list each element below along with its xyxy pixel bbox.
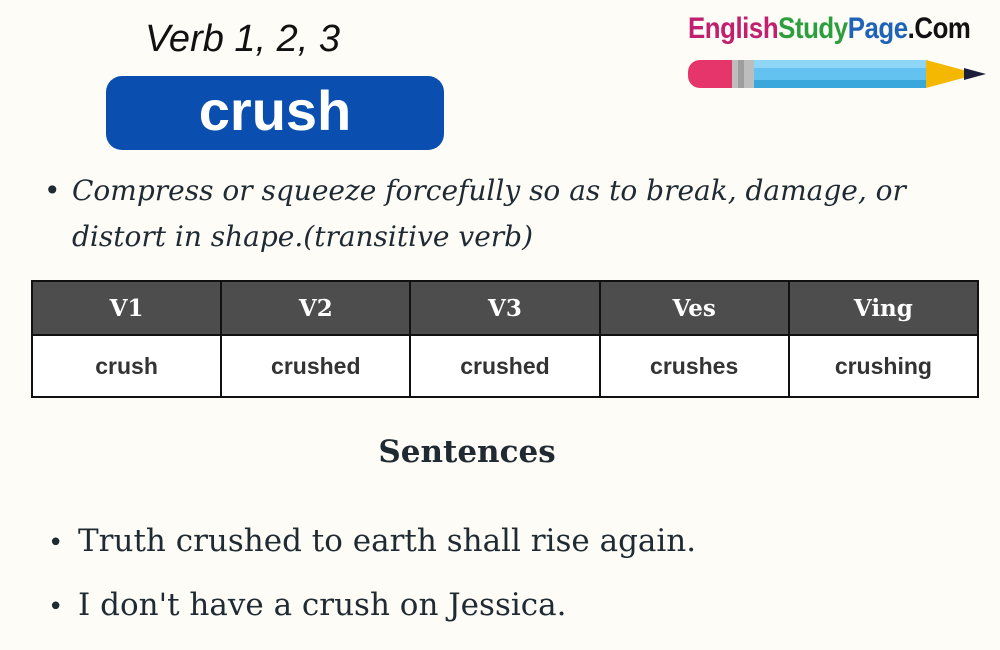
sentences-list: • Truth crushed to earth shall rise again… xyxy=(48,510,696,638)
cell-v1: crush xyxy=(30,334,223,398)
table-header-row: V1 V2 V3 Ves Ving xyxy=(30,280,980,336)
logo-text-study: Study xyxy=(778,12,848,45)
pencil-icon xyxy=(688,60,986,88)
verb-forms-title: Verb 1, 2, 3 xyxy=(145,18,341,60)
cell-v2: crushed xyxy=(220,334,412,398)
logo-text-page: Page xyxy=(847,12,908,45)
sentences-heading: Sentences xyxy=(378,434,556,470)
list-item: • I don't have a crush on Jessica. xyxy=(48,574,696,638)
logo-text: EnglishStudyPage.Com xyxy=(688,12,971,46)
sentence-text: Truth crushed to earth shall rise again. xyxy=(78,523,697,559)
bullet-icon: • xyxy=(48,528,64,558)
bullet-icon: • xyxy=(48,592,64,622)
header-ves: Ves xyxy=(598,280,790,336)
table-row: crush crushed crushed crushes crushing xyxy=(30,334,980,398)
header-v1: V1 xyxy=(30,280,223,336)
word-label: crush xyxy=(198,79,352,142)
header-v2: V2 xyxy=(220,280,412,336)
sentence-text: I don't have a crush on Jessica. xyxy=(78,587,567,623)
site-logo[interactable]: EnglishStudyPage.Com xyxy=(688,12,988,88)
header-ving: Ving xyxy=(787,280,980,336)
verb-forms-table: V1 V2 V3 Ves Ving crush crushed crushed … xyxy=(30,280,980,398)
logo-text-english: English xyxy=(688,12,779,45)
definition: • Compress or squeeze forcefully so as t… xyxy=(44,168,974,260)
logo-text-com: .Com xyxy=(907,12,971,45)
bullet-icon: • xyxy=(44,174,61,207)
cell-ves: crushes xyxy=(598,334,790,398)
word-badge: crush xyxy=(106,76,444,150)
cell-v3: crushed xyxy=(409,334,601,398)
definition-text: Compress or squeeze forcefully so as to … xyxy=(72,174,906,253)
list-item: • Truth crushed to earth shall rise again… xyxy=(48,510,696,574)
header-v3: V3 xyxy=(409,280,601,336)
cell-ving: crushing xyxy=(787,334,980,398)
